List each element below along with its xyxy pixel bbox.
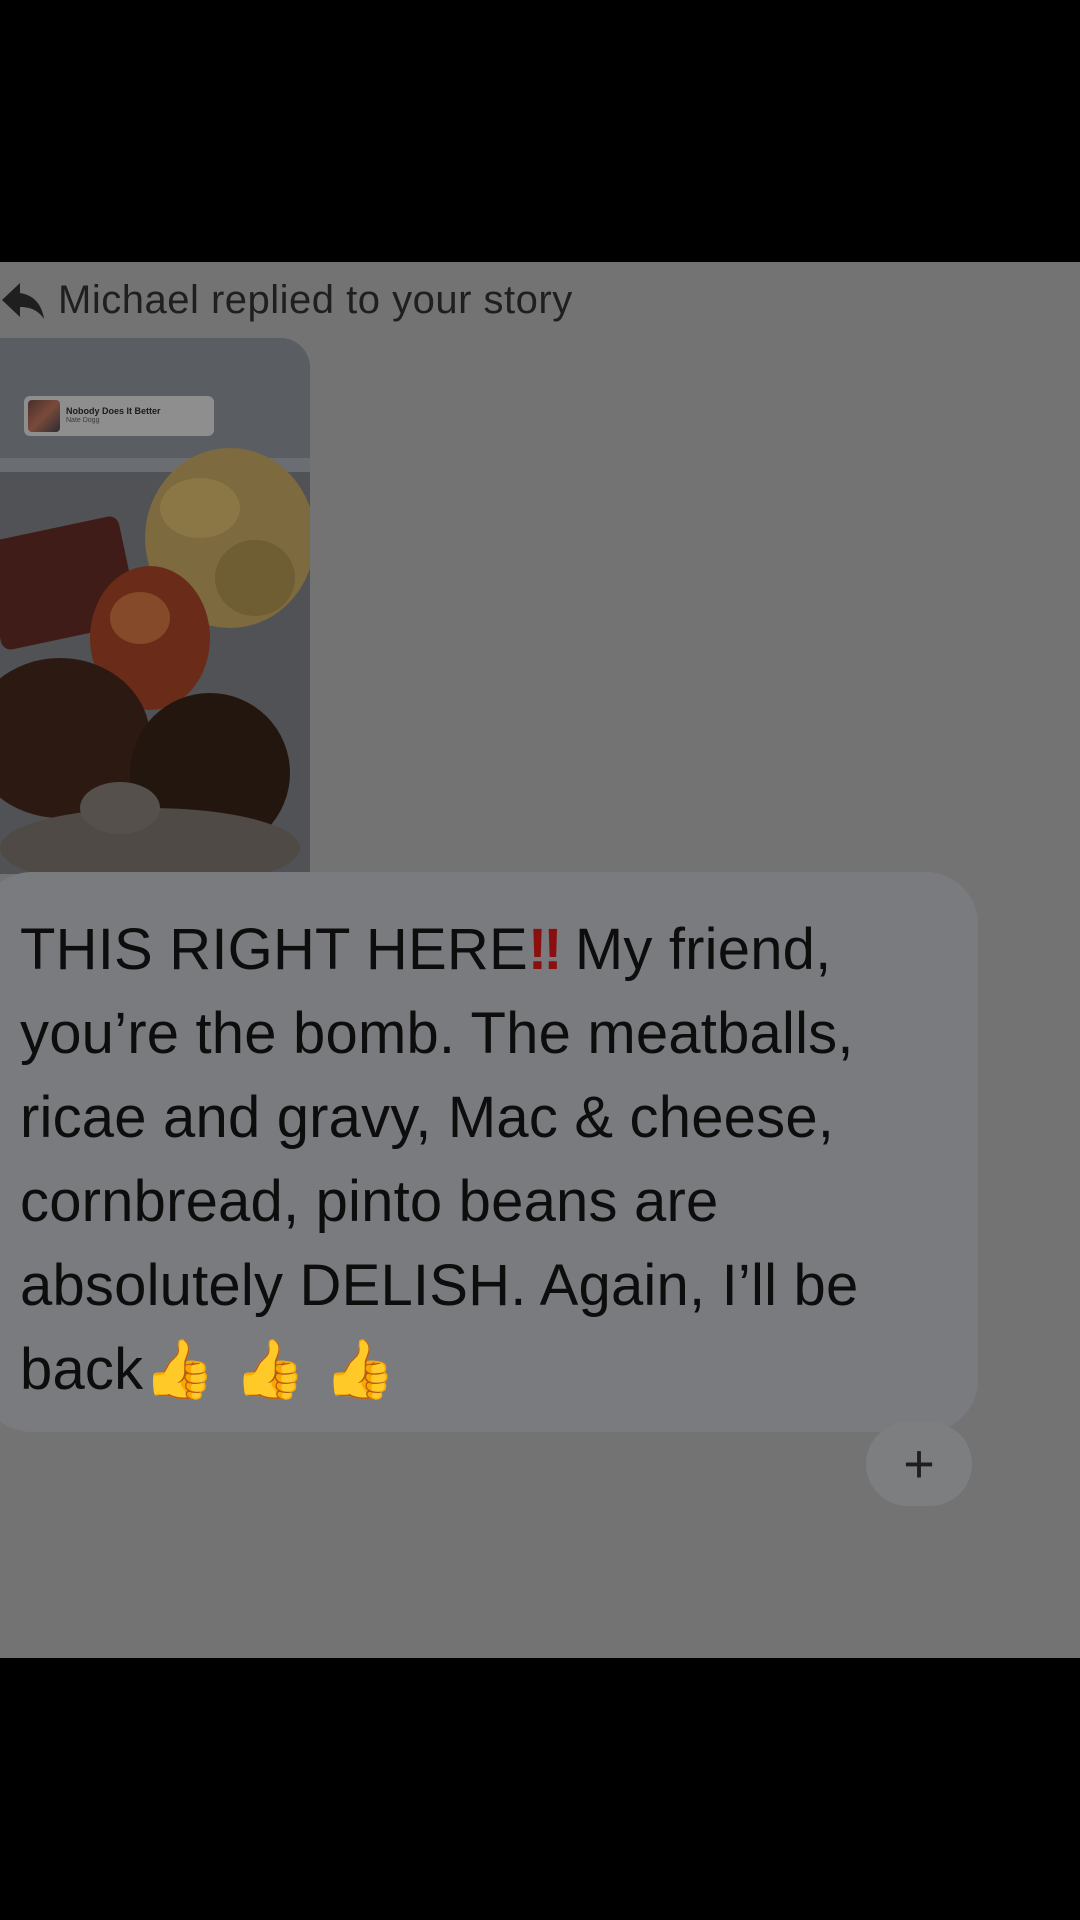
message-text-start: THIS RIGHT HERE [20, 917, 528, 982]
reply-arrow-icon [0, 277, 46, 323]
music-sticker: Nobody Does It Better Nate Dogg [24, 396, 214, 436]
reply-header: Michael replied to your story [0, 270, 573, 330]
story-thumbnail[interactable]: Nobody Does It Better Nate Dogg [0, 338, 310, 874]
song-artist: Nate Dogg [66, 417, 100, 425]
reply-header-text: Michael replied to your story [58, 277, 573, 322]
message-bubble[interactable]: THIS RIGHT HERE!! My friend, you’re the … [0, 872, 978, 1432]
conversation-panel: Michael replied to your story Nobody Doe… [0, 262, 1080, 1658]
add-reaction-button[interactable]: + [866, 1422, 972, 1506]
message-text-body: My friend, you’re the bomb. The meatball… [20, 917, 859, 1402]
thumbs-up-emoji: 👍👍👍 [143, 1337, 414, 1402]
song-title: Nobody Does It Better [66, 406, 161, 417]
double-exclamation-emoji: !! [527, 917, 563, 982]
message-text: THIS RIGHT HERE!! My friend, you’re the … [20, 908, 948, 1412]
album-art [28, 400, 60, 432]
